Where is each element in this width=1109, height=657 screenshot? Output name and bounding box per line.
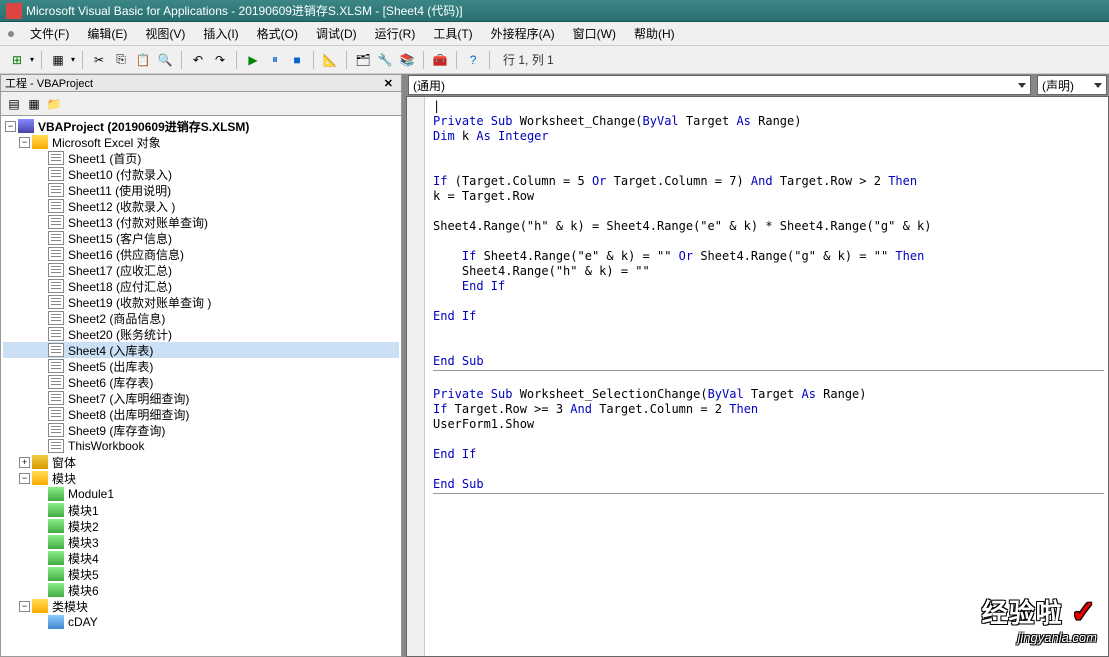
- procedure-dropdown[interactable]: (声明): [1037, 75, 1107, 95]
- tree-excel-objects[interactable]: −Microsoft Excel 对象: [3, 134, 399, 150]
- menu-run[interactable]: 运行(R): [367, 23, 424, 44]
- tree-sheet-item[interactable]: Sheet18 (应付汇总): [3, 278, 399, 294]
- menu-edit[interactable]: 编辑(E): [79, 23, 135, 44]
- tree-module-item[interactable]: 模块6: [3, 582, 399, 598]
- object-dropdown[interactable]: (通用): [408, 75, 1031, 95]
- tree-module-item[interactable]: 模块3: [3, 534, 399, 550]
- window-title: Microsoft Visual Basic for Applications …: [26, 2, 463, 19]
- help-icon[interactable]: ?: [464, 51, 482, 69]
- tree-thisworkbook[interactable]: ThisWorkbook: [3, 438, 399, 454]
- tree-sheet-item[interactable]: Sheet9 (库存查询): [3, 422, 399, 438]
- code-panel: (通用) (声明) | Private Sub Worksheet_Change…: [404, 74, 1109, 657]
- tree-sheet-item[interactable]: Sheet13 (付款对账单查询): [3, 214, 399, 230]
- project-icon[interactable]: 🗂: [354, 51, 372, 69]
- panel-toolbar: ▤ ▦ 📁: [0, 92, 402, 116]
- project-explorer: 工程 - VBAProject ✕ ▤ ▦ 📁 −VBAProject (201…: [0, 74, 404, 657]
- tree-class-folder[interactable]: −类模块: [3, 598, 399, 614]
- cut-icon[interactable]: ✂: [90, 51, 108, 69]
- toggle-folders-icon[interactable]: 📁: [45, 95, 63, 113]
- code-content[interactable]: | Private Sub Worksheet_Change(ByVal Tar…: [433, 99, 1104, 510]
- tree-module-item[interactable]: 模块5: [3, 566, 399, 582]
- tree-sheet-item[interactable]: Sheet16 (供应商信息): [3, 246, 399, 262]
- code-header: (通用) (声明): [406, 74, 1109, 96]
- panel-title: 工程 - VBAProject: [5, 75, 93, 91]
- view-object-icon[interactable]: ▦: [25, 95, 43, 113]
- menu-addins[interactable]: 外接程序(A): [483, 23, 563, 44]
- tree-sheet-item[interactable]: Sheet12 (收款录入 ): [3, 198, 399, 214]
- tree-sheet-item[interactable]: Sheet2 (商品信息): [3, 310, 399, 326]
- tree-module-item[interactable]: 模块4: [3, 550, 399, 566]
- tree-sheet-item[interactable]: Sheet11 (使用说明): [3, 182, 399, 198]
- design-icon[interactable]: 📐: [321, 51, 339, 69]
- tree-module-item[interactable]: 模块1: [3, 502, 399, 518]
- tree-sheet-item[interactable]: Sheet1 (首页): [3, 150, 399, 166]
- tree-sheet-item[interactable]: Sheet8 (出库明细查询): [3, 406, 399, 422]
- browser-icon[interactable]: 📚: [398, 51, 416, 69]
- tree-module-item[interactable]: 模块2: [3, 518, 399, 534]
- menu-debug[interactable]: 调试(D): [308, 23, 365, 44]
- menu-insert[interactable]: 插入(I): [195, 23, 246, 44]
- title-bar: Microsoft Visual Basic for Applications …: [0, 0, 1109, 22]
- excel-icon[interactable]: ⊞: [8, 51, 26, 69]
- pause-icon[interactable]: ⏸: [266, 51, 284, 69]
- view-code-icon[interactable]: ▤: [5, 95, 23, 113]
- app-icon: [6, 3, 22, 19]
- menu-help[interactable]: 帮助(H): [626, 23, 683, 44]
- tree-sheet-item[interactable]: Sheet4 (入库表): [3, 342, 399, 358]
- menu-bar: 文件(F) 编辑(E) 视图(V) 插入(I) 格式(O) 调试(D) 运行(R…: [0, 22, 1109, 46]
- tree-sheet-item[interactable]: Sheet10 (付款录入): [3, 166, 399, 182]
- menu-file[interactable]: 文件(F): [22, 23, 77, 44]
- menu-tools[interactable]: 工具(T): [425, 23, 480, 44]
- tree-sheet-item[interactable]: Sheet5 (出库表): [3, 358, 399, 374]
- stop-icon[interactable]: ■: [288, 51, 306, 69]
- tree-class-item[interactable]: cDAY: [3, 614, 399, 630]
- close-panel-icon[interactable]: ✕: [380, 77, 397, 90]
- paste-icon[interactable]: 📋: [134, 51, 152, 69]
- tree-module-item[interactable]: Module1: [3, 486, 399, 502]
- menu-window[interactable]: 窗口(W): [565, 23, 624, 44]
- tree-sheet-item[interactable]: Sheet6 (库存表): [3, 374, 399, 390]
- tree-sheet-item[interactable]: Sheet20 (账务统计): [3, 326, 399, 342]
- menu-format[interactable]: 格式(O): [249, 23, 306, 44]
- code-margin: [407, 97, 425, 656]
- toolbar: ⊞ ▾ ▦ ▾ ✂ ⎘ 📋 🔍 ↶ ↷ ▶ ⏸ ■ 📐 🗂 🔧 📚 🧰 ? 行 …: [0, 46, 1109, 74]
- menu-view[interactable]: 视图(V): [137, 23, 193, 44]
- find-icon[interactable]: 🔍: [156, 51, 174, 69]
- tree-sheet-item[interactable]: Sheet15 (客户信息): [3, 230, 399, 246]
- tree-modules-folder[interactable]: −模块: [3, 470, 399, 486]
- run-icon[interactable]: ▶: [244, 51, 262, 69]
- tree-project[interactable]: −VBAProject (20190609进销存S.XLSM): [3, 118, 399, 134]
- undo-icon[interactable]: ↶: [189, 51, 207, 69]
- copy-icon[interactable]: ⎘: [112, 51, 130, 69]
- redo-icon[interactable]: ↷: [211, 51, 229, 69]
- panel-header: 工程 - VBAProject ✕: [0, 74, 402, 92]
- tree-sheet-item[interactable]: Sheet19 (收款对账单查询 ): [3, 294, 399, 310]
- toolbox-icon[interactable]: 🧰: [431, 51, 449, 69]
- tree-sheet-item[interactable]: Sheet7 (入库明细查询): [3, 390, 399, 406]
- code-editor[interactable]: | Private Sub Worksheet_Change(ByVal Tar…: [406, 96, 1109, 657]
- project-tree[interactable]: −VBAProject (20190609进销存S.XLSM) −Microso…: [0, 116, 402, 657]
- menu-handle[interactable]: [8, 31, 14, 37]
- properties-icon[interactable]: 🔧: [376, 51, 394, 69]
- tree-sheet-item[interactable]: Sheet17 (应收汇总): [3, 262, 399, 278]
- tree-forms[interactable]: +窗体: [3, 454, 399, 470]
- insert-icon[interactable]: ▦: [49, 51, 67, 69]
- cursor-position: 行 1, 列 1: [497, 51, 560, 68]
- watermark: 经验啦 ✓ jingyanla.com: [982, 593, 1097, 645]
